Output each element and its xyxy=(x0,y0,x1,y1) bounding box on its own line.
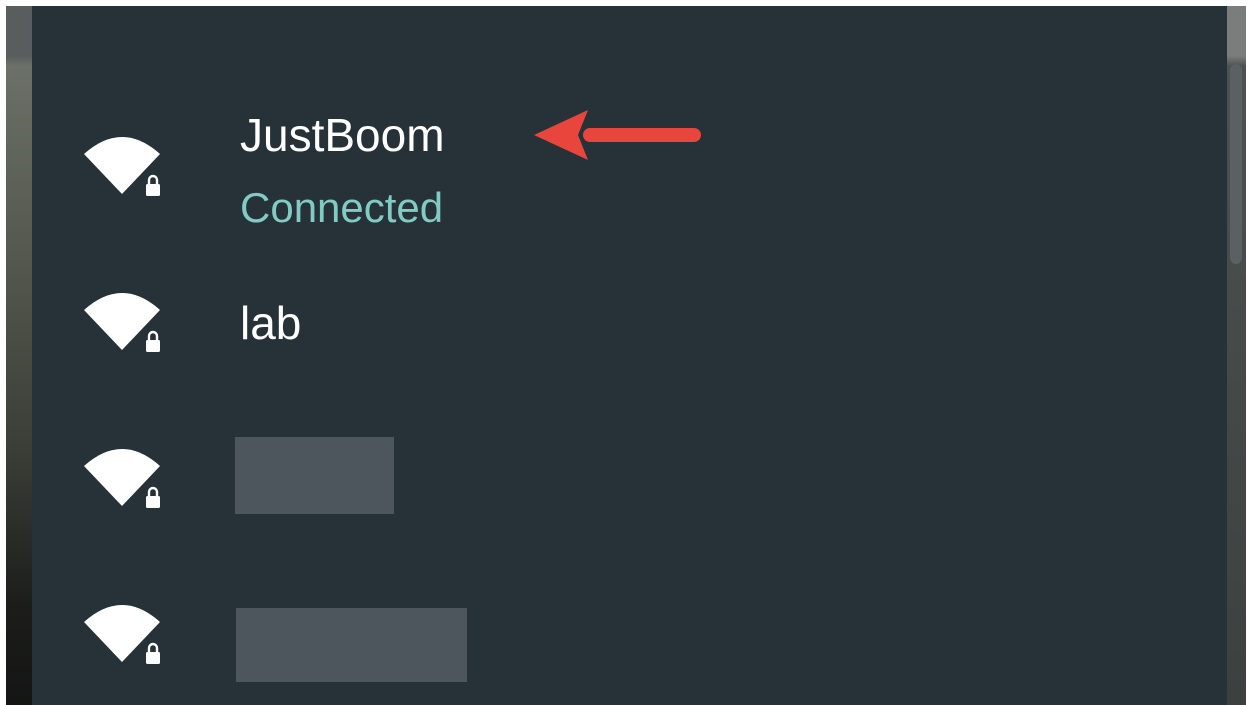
network-item-redacted[interactable] xyxy=(32,406,1227,556)
left-arrow-icon xyxy=(534,110,701,160)
wifi-lock-icon xyxy=(84,449,160,508)
wifi-lock-icon xyxy=(84,605,160,664)
wifi-lock-icon xyxy=(84,293,160,352)
network-status: Connected xyxy=(240,184,444,231)
screen: JustBoom Connected lab xyxy=(6,6,1246,705)
wifi-lock-icon xyxy=(84,137,160,196)
network-item-redacted[interactable] xyxy=(32,566,1227,705)
network-item-lab[interactable]: lab xyxy=(32,246,1227,396)
scrollbar-thumb[interactable] xyxy=(1230,64,1242,264)
network-ssid: JustBoom xyxy=(240,109,445,161)
wifi-network-list: JustBoom Connected lab xyxy=(32,6,1227,705)
redacted-ssid xyxy=(235,437,394,514)
redacted-ssid xyxy=(236,608,467,682)
network-ssid: lab xyxy=(240,297,302,349)
